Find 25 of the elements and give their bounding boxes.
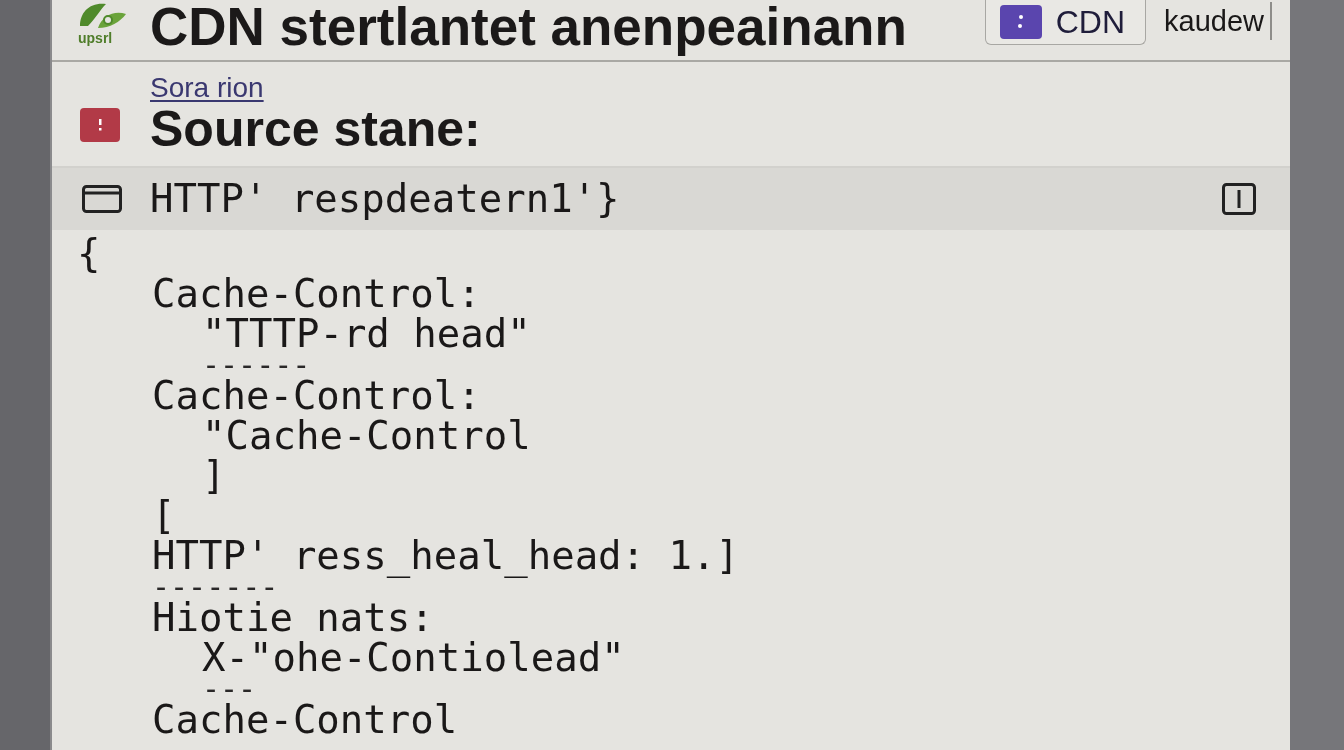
- code-line: Hiotie nats:: [152, 598, 434, 638]
- code-line: "Cache-Control: [202, 416, 531, 456]
- square-bar-icon[interactable]: [1222, 183, 1256, 215]
- code-line: "TTTP-rd head": [202, 314, 531, 354]
- code-line: Cache-Control:: [152, 274, 481, 314]
- logo-text: upsrl: [77, 30, 113, 46]
- dashed-rule: ---: [202, 678, 257, 700]
- code-line: [: [152, 496, 176, 536]
- code-line: X-"ohe-Contiolead": [202, 638, 625, 678]
- code-line: {: [77, 234, 101, 274]
- code-title: HTTP' respdeatern1'}: [149, 177, 620, 221]
- source-title: Source stane:: [150, 103, 481, 155]
- alert-icon: [80, 108, 120, 142]
- code-line: Cache-Control: [152, 700, 458, 740]
- tab-button[interactable]: kaudew: [1162, 2, 1272, 40]
- dashed-rule: -------: [152, 576, 279, 598]
- code-line: ]: [202, 456, 226, 496]
- cdn-button[interactable]: CDN: [984, 0, 1147, 45]
- code-line: HTTP' ress_heal_head: 1.]: [152, 536, 739, 576]
- window-icon: [82, 185, 122, 213]
- dashed-rule: ------: [202, 354, 311, 376]
- vertical-dots-icon: [999, 5, 1042, 39]
- page-title: CDN stertlantet anenpeainann: [150, 0, 907, 54]
- source-link[interactable]: Sora rion: [150, 73, 264, 103]
- code-line: Cache-Control:: [152, 376, 481, 416]
